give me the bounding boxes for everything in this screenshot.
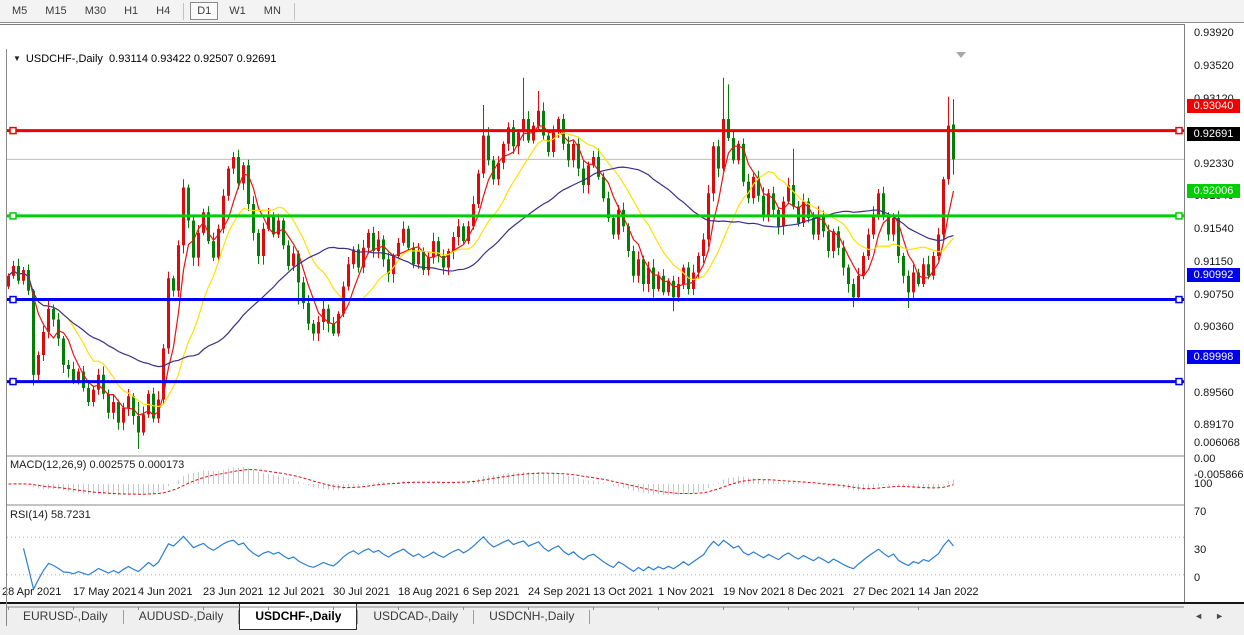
- price-tick-label: 0.93920: [1194, 26, 1234, 40]
- rsi-line: [24, 536, 954, 589]
- timeframe-toolbar: M5M15 M30H1H4 D1W1MN: [0, 0, 1244, 23]
- timeframe-button-h1[interactable]: H1: [117, 2, 145, 20]
- autoscroll-marker-icon: [956, 52, 966, 58]
- macd-tick-label: 0.006068: [1194, 436, 1240, 450]
- chart-left-border: [6, 49, 7, 626]
- timeframe-button-m5[interactable]: M5: [5, 2, 34, 20]
- price-tick-label: 0.93520: [1194, 59, 1234, 73]
- date-tick-label: 30 Jul 2021: [333, 586, 390, 598]
- price-level-badge: 0.90992: [1187, 268, 1240, 282]
- macd-tick-label: 0.00: [1194, 452, 1215, 466]
- rsi-tick-label: 100: [1194, 477, 1212, 491]
- date-tick-label: 18 Aug 2021: [398, 586, 460, 598]
- date-tick-label: 6 Sep 2021: [463, 586, 519, 598]
- price-tick-label: 0.89560: [1194, 386, 1234, 400]
- timeframe-button-w1[interactable]: W1: [222, 2, 253, 20]
- date-tick-label: 14 Jan 2022: [918, 586, 979, 598]
- chart-window: ▼ USDCHF-,Daily 0.93114 0.93422 0.92507 0…: [0, 24, 1244, 602]
- chart-ohlc-values: 0.93114 0.93422 0.92507 0.92691: [109, 53, 276, 65]
- timeframe-button-h4[interactable]: H4: [149, 2, 177, 20]
- price-tick-label: 0.92330: [1194, 157, 1234, 171]
- chart-dropdown-icon[interactable]: ▼: [13, 54, 21, 63]
- macd-indicator-label: MACD(12,26,9) 0.002575 0.000173: [10, 459, 184, 471]
- price-axis[interactable]: 0.939200.935200.931200.923300.919400.915…: [1184, 24, 1244, 602]
- price-tick-label: 0.90750: [1194, 288, 1234, 302]
- toolbar-separator: [294, 3, 295, 20]
- chart-title: ▼ USDCHF-,Daily 0.93114 0.93422 0.92507 0…: [13, 53, 276, 65]
- price-level-badge: 0.89998: [1187, 350, 1240, 364]
- price-tick-label: 0.91150: [1194, 255, 1233, 269]
- price-tick-label: 0.91540: [1194, 222, 1234, 236]
- price-level-badge: 0.93040: [1187, 99, 1240, 113]
- tabbar-scroll-right-icon[interactable]: ►: [1215, 611, 1236, 621]
- date-tick-label: 4 Jun 2021: [138, 586, 192, 598]
- date-tick-label: 27 Dec 2021: [853, 586, 915, 598]
- date-tick-label: 13 Oct 2021: [593, 586, 653, 598]
- moving-average-lines: [9, 126, 954, 416]
- price-chart-canvas[interactable]: [7, 49, 1184, 626]
- tabbar-scroll-left-icon[interactable]: ◄: [1194, 611, 1215, 621]
- date-tick-label: 8 Dec 2021: [788, 586, 844, 598]
- terminal-window: M5M15 M30H1H4 D1W1MN ▼ USDCHF-,Daily 0.9311…: [0, 0, 1244, 635]
- toolbar-separator: [183, 3, 184, 20]
- rsi-tick-label: 30: [1194, 543, 1206, 557]
- price-tick-label: 0.89170: [1194, 418, 1234, 432]
- rsi-tick-label: 70: [1194, 505, 1206, 519]
- rsi-indicator-label: RSI(14) 58.7231: [10, 509, 91, 521]
- date-tick-label: 1 Nov 2021: [658, 586, 714, 598]
- timeframe-button-d1[interactable]: D1: [190, 2, 218, 20]
- timeframe-button-mn[interactable]: MN: [257, 2, 288, 20]
- date-tick-label: 23 Jun 2021: [203, 586, 264, 598]
- timeframe-button-m30[interactable]: M30: [78, 2, 113, 20]
- date-tick-label: 12 Jul 2021: [268, 586, 325, 598]
- date-tick-label: 24 Sep 2021: [528, 586, 590, 598]
- price-level-badge: 0.92006: [1187, 184, 1240, 198]
- date-tick-label: 28 Apr 2021: [2, 586, 61, 598]
- macd-signal-line: [9, 470, 954, 495]
- rsi-tick-label: 0: [1194, 571, 1200, 585]
- rsi-pane: [7, 536, 1184, 589]
- rsi-value: 58.7231: [51, 509, 91, 521]
- chart-symbol-label: USDCHF-,Daily: [26, 53, 103, 65]
- current-price-badge: 0.92691: [1187, 127, 1240, 141]
- date-tick-label: 17 May 2021: [73, 586, 137, 598]
- price-tick-label: 0.90360: [1194, 320, 1234, 334]
- tabbar-arrows: ◄►: [1194, 611, 1236, 621]
- timeframe-button-m15[interactable]: M15: [38, 2, 73, 20]
- macd-values: 0.002575 0.000173: [89, 459, 184, 471]
- date-tick-label: 19 Nov 2021: [723, 586, 785, 598]
- macd-pane: [9, 467, 954, 495]
- candles-layer: [7, 78, 955, 449]
